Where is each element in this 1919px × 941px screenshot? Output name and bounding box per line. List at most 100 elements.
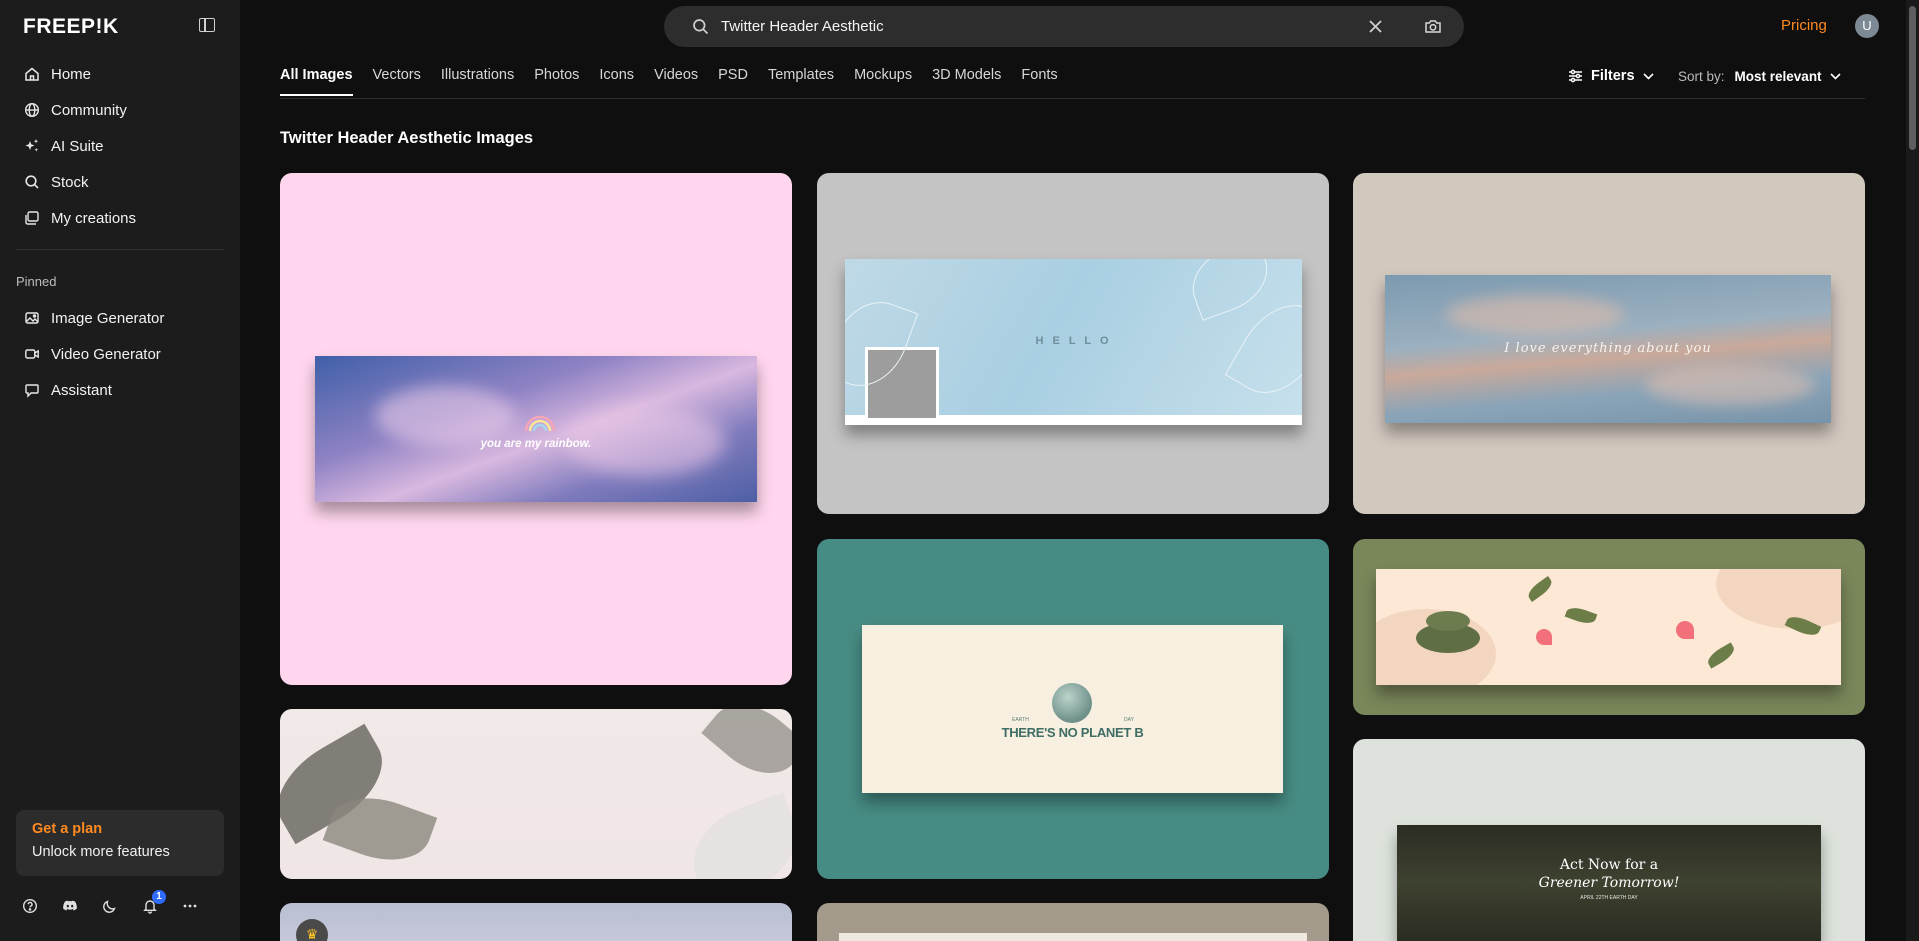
tab-videos[interactable]: Videos — [654, 67, 698, 96]
sidebar-item-label: AI Suite — [51, 137, 104, 155]
result-card-hello[interactable]: H E L L O — [817, 173, 1329, 514]
avatar[interactable]: U — [1855, 14, 1879, 38]
category-tabs: All Images Vectors Illustrations Photos … — [280, 67, 1078, 96]
get-plan-card[interactable]: Get a plan Unlock more features — [16, 810, 224, 876]
bell-icon[interactable]: 1 — [142, 890, 166, 914]
tab-templates[interactable]: Templates — [768, 67, 834, 96]
planet-banner-image: EARTH DAY THERE'S NO PLANET B — [862, 625, 1283, 793]
home-icon — [25, 67, 39, 81]
planet-banner-text: THERE'S NO PLANET B — [1001, 725, 1144, 740]
sketch-banner-image — [839, 933, 1307, 941]
plan-title: Get a plan — [32, 821, 103, 837]
sidebar-toggle-icon[interactable] — [199, 18, 215, 32]
gallery-icon — [25, 211, 39, 225]
tab-vectors[interactable]: Vectors — [373, 67, 421, 96]
planet-small-left: EARTH — [1012, 717, 1029, 723]
sidebar-item-video-generator[interactable]: Video Generator — [0, 336, 240, 372]
premium-crown-icon: ♛ — [296, 919, 328, 941]
sort-value: Most relevant — [1734, 69, 1822, 84]
leaf-shape — [679, 792, 792, 879]
pinned-nav: Image Generator Video Generator Assistan… — [0, 300, 240, 408]
discord-icon[interactable] — [62, 898, 78, 914]
planet-small-right: DAY — [1124, 717, 1134, 723]
tab-mockups[interactable]: Mockups — [854, 67, 912, 96]
moon-icon[interactable] — [102, 898, 118, 914]
hello-banner-text: H E L L O — [1035, 335, 1112, 347]
chat-icon — [25, 384, 39, 398]
tab-psd[interactable]: PSD — [718, 67, 748, 96]
camera-icon[interactable] — [1424, 18, 1442, 35]
cloud-shape — [1445, 295, 1625, 335]
search-input[interactable] — [721, 6, 1321, 47]
cloud-shape — [375, 386, 515, 446]
leaf-shape — [1704, 642, 1738, 669]
leaf-shape — [701, 709, 792, 791]
sort-label: Sort by: — [1678, 69, 1725, 84]
plan-subtitle: Unlock more features — [32, 844, 170, 860]
result-card-planet[interactable]: EARTH DAY THERE'S NO PLANET B — [817, 539, 1329, 879]
video-icon — [25, 349, 39, 359]
pricing-link[interactable]: Pricing — [1781, 17, 1827, 34]
tab-all-images[interactable]: All Images — [280, 67, 353, 96]
greener-banner-image: Act Now for a Greener Tomorrow! APRIL 22… — [1397, 825, 1821, 941]
search-bar — [664, 6, 1464, 47]
result-card-sketch[interactable] — [817, 903, 1329, 941]
earth-icon — [1052, 683, 1092, 723]
scrollbar-thumb[interactable] — [1909, 6, 1916, 150]
result-card-plants[interactable] — [1353, 539, 1865, 715]
sidebar-divider — [16, 249, 224, 250]
sparkle-icon — [25, 139, 39, 152]
wave-shape — [1716, 569, 1841, 629]
result-card-premium[interactable]: ♛ — [280, 903, 792, 941]
result-card-greener[interactable]: Act Now for a Greener Tomorrow! APRIL 22… — [1353, 739, 1865, 941]
tab-fonts[interactable]: Fonts — [1021, 67, 1057, 96]
tab-photos[interactable]: Photos — [534, 67, 579, 96]
greener-line3: APRIL 22TH EARTH DAY — [1580, 895, 1638, 901]
sidebar-item-community[interactable]: Community — [0, 92, 240, 128]
chevron-down-icon — [1642, 72, 1654, 80]
main-nav: Home Community AI Suite Stock My creatio… — [0, 56, 240, 236]
leaf-outline — [1182, 259, 1278, 321]
sidebar-item-label: Image Generator — [51, 309, 165, 327]
tab-icons[interactable]: Icons — [599, 67, 634, 96]
pinned-heading: Pinned — [16, 274, 57, 289]
rainbow-icon — [524, 415, 556, 432]
cloud-shape — [1645, 365, 1815, 405]
search-icon — [693, 19, 709, 35]
result-card-love[interactable]: I love everything about you — [1353, 173, 1865, 514]
sidebar-item-stock[interactable]: Stock — [0, 164, 240, 200]
sidebar: FREEP!K Home Community AI Suite Stock My… — [0, 0, 240, 941]
sort-dropdown[interactable]: Sort by: Most relevant — [1678, 69, 1841, 84]
globe-icon — [24, 102, 40, 118]
sidebar-item-label: Video Generator — [51, 345, 161, 363]
close-icon[interactable] — [1368, 19, 1383, 34]
more-icon[interactable] — [182, 898, 198, 914]
tab-3d-models[interactable]: 3D Models — [932, 67, 1001, 96]
love-banner-text: I love everything about you — [1504, 341, 1712, 356]
sidebar-item-my-creations[interactable]: My creations — [0, 200, 240, 236]
leaf-shape — [1525, 576, 1555, 602]
sidebar-item-ai-suite[interactable]: AI Suite — [0, 128, 240, 164]
sidebar-item-label: Community — [51, 101, 127, 119]
filters-label: Filters — [1591, 68, 1635, 84]
plants-banner-image — [1376, 569, 1841, 685]
notification-badge: 1 — [152, 890, 166, 904]
freepik-logo[interactable]: FREEP!K — [23, 15, 119, 39]
sidebar-item-label: Stock — [51, 173, 89, 191]
sidebar-item-label: Assistant — [51, 381, 112, 399]
result-card-rainbow[interactable]: you are my rainbow. — [280, 173, 792, 685]
leaf-shape — [1564, 604, 1598, 627]
sidebar-item-label: My creations — [51, 209, 137, 227]
result-card-leaves[interactable] — [280, 709, 792, 879]
rainbow-banner-text: you are my rainbow. — [480, 438, 592, 450]
sidebar-item-assistant[interactable]: Assistant — [0, 372, 240, 408]
sidebar-footer: 1 — [22, 890, 198, 914]
sidebar-item-home[interactable]: Home — [0, 56, 240, 92]
help-icon[interactable] — [22, 898, 38, 914]
stone-stack — [1426, 611, 1470, 631]
search-icon — [25, 175, 39, 189]
filters-button[interactable]: Filters — [1568, 68, 1662, 84]
sidebar-item-image-generator[interactable]: Image Generator — [0, 300, 240, 336]
greener-line2: Greener Tomorrow! — [1538, 875, 1680, 891]
tab-illustrations[interactable]: Illustrations — [441, 67, 514, 96]
